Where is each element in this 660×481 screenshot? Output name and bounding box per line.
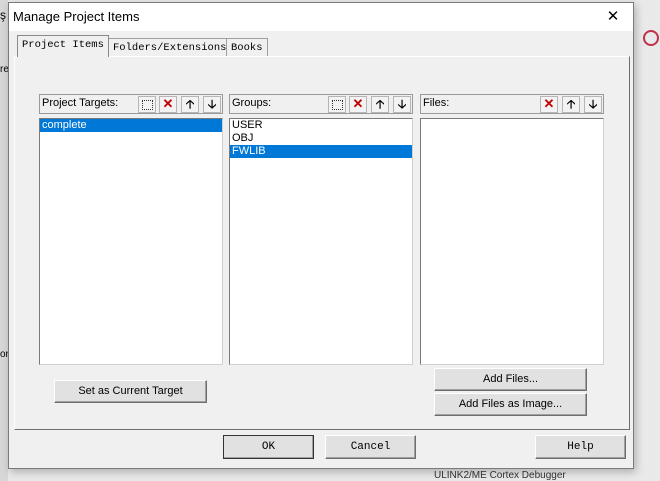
background-fragment: ş (0, 8, 6, 22)
button-label: Cancel (350, 441, 391, 453)
background-right-icon (643, 30, 659, 46)
project-targets-list[interactable]: complete (39, 118, 223, 365)
arrow-down-icon: 🡣 (588, 97, 598, 111)
delete-file-button[interactable]: ✕ (540, 96, 558, 113)
project-targets-label: Project Targets: (42, 97, 119, 109)
arrow-up-icon: 🡡 (566, 97, 576, 111)
close-button[interactable]: ✕ (593, 3, 633, 31)
set-as-current-target-button[interactable]: Set as Current Target (54, 380, 207, 403)
list-item-group[interactable]: FWLIB (230, 145, 412, 158)
groups-header: Groups: ✕ 🡡 🡣 (229, 94, 413, 114)
arrow-up-icon: 🡡 (185, 97, 195, 111)
move-file-up-button[interactable]: 🡡 (562, 96, 580, 113)
button-label: Set as Current Target (78, 385, 183, 397)
groups-label: Groups: (232, 97, 272, 109)
tab-page-project-items: Project Targets: ✕ 🡡 🡣 complete Groups: … (14, 56, 630, 430)
new-group-button[interactable] (328, 96, 346, 113)
delete-group-button[interactable]: ✕ (349, 96, 367, 113)
cancel-button[interactable]: Cancel (325, 435, 416, 459)
new-target-button[interactable] (138, 96, 156, 113)
arrow-down-icon: 🡣 (397, 97, 407, 111)
help-button[interactable]: Help (535, 435, 626, 459)
button-label: Help (567, 441, 594, 453)
move-file-down-button[interactable]: 🡣 (584, 96, 602, 113)
tab-label: Books (231, 42, 263, 54)
files-list[interactable] (420, 118, 604, 365)
tab-books[interactable]: Books (226, 38, 268, 57)
list-item-group[interactable]: OBJ (230, 132, 412, 145)
list-item-target[interactable]: complete (40, 119, 222, 132)
background-status-text: ULINK2/ME Cortex Debugger (434, 470, 566, 481)
list-item-group[interactable]: USER (230, 119, 412, 132)
delete-icon: ✕ (543, 96, 555, 111)
close-icon: ✕ (606, 8, 620, 25)
button-label: Add Files as Image... (458, 398, 563, 410)
move-group-down-button[interactable]: 🡣 (393, 96, 411, 113)
manage-project-items-dialog: Manage Project Items ✕ Project Items Fol… (8, 2, 634, 469)
add-files-button[interactable]: Add Files... (434, 368, 587, 391)
delete-icon: ✕ (352, 96, 364, 111)
add-files-as-image-button[interactable]: Add Files as Image... (434, 393, 587, 416)
files-label: Files: (423, 97, 450, 109)
arrow-up-icon: 🡡 (375, 97, 385, 111)
move-group-up-button[interactable]: 🡡 (371, 96, 389, 113)
ok-button[interactable]: OK (223, 435, 314, 459)
move-target-up-button[interactable]: 🡡 (181, 96, 199, 113)
arrow-down-icon: 🡣 (207, 97, 217, 111)
dialog-title: Manage Project Items (13, 9, 140, 24)
button-label: Add Files... (482, 373, 539, 385)
button-label: OK (261, 441, 276, 453)
project-targets-header: Project Targets: ✕ 🡡 🡣 (39, 94, 223, 114)
tab-folders-extensions[interactable]: Folders/Extensions (108, 38, 232, 57)
files-header: Files: ✕ 🡡 🡣 (420, 94, 604, 114)
tab-label: Project Items (22, 39, 104, 51)
title-bar: Manage Project Items ✕ (9, 3, 633, 31)
groups-list[interactable]: USER OBJ FWLIB (229, 118, 413, 365)
tab-label: Folders/Extensions (113, 42, 227, 54)
delete-target-button[interactable]: ✕ (159, 96, 177, 113)
delete-icon: ✕ (162, 96, 174, 111)
move-target-down-button[interactable]: 🡣 (203, 96, 221, 113)
tab-project-items[interactable]: Project Items (17, 35, 109, 57)
